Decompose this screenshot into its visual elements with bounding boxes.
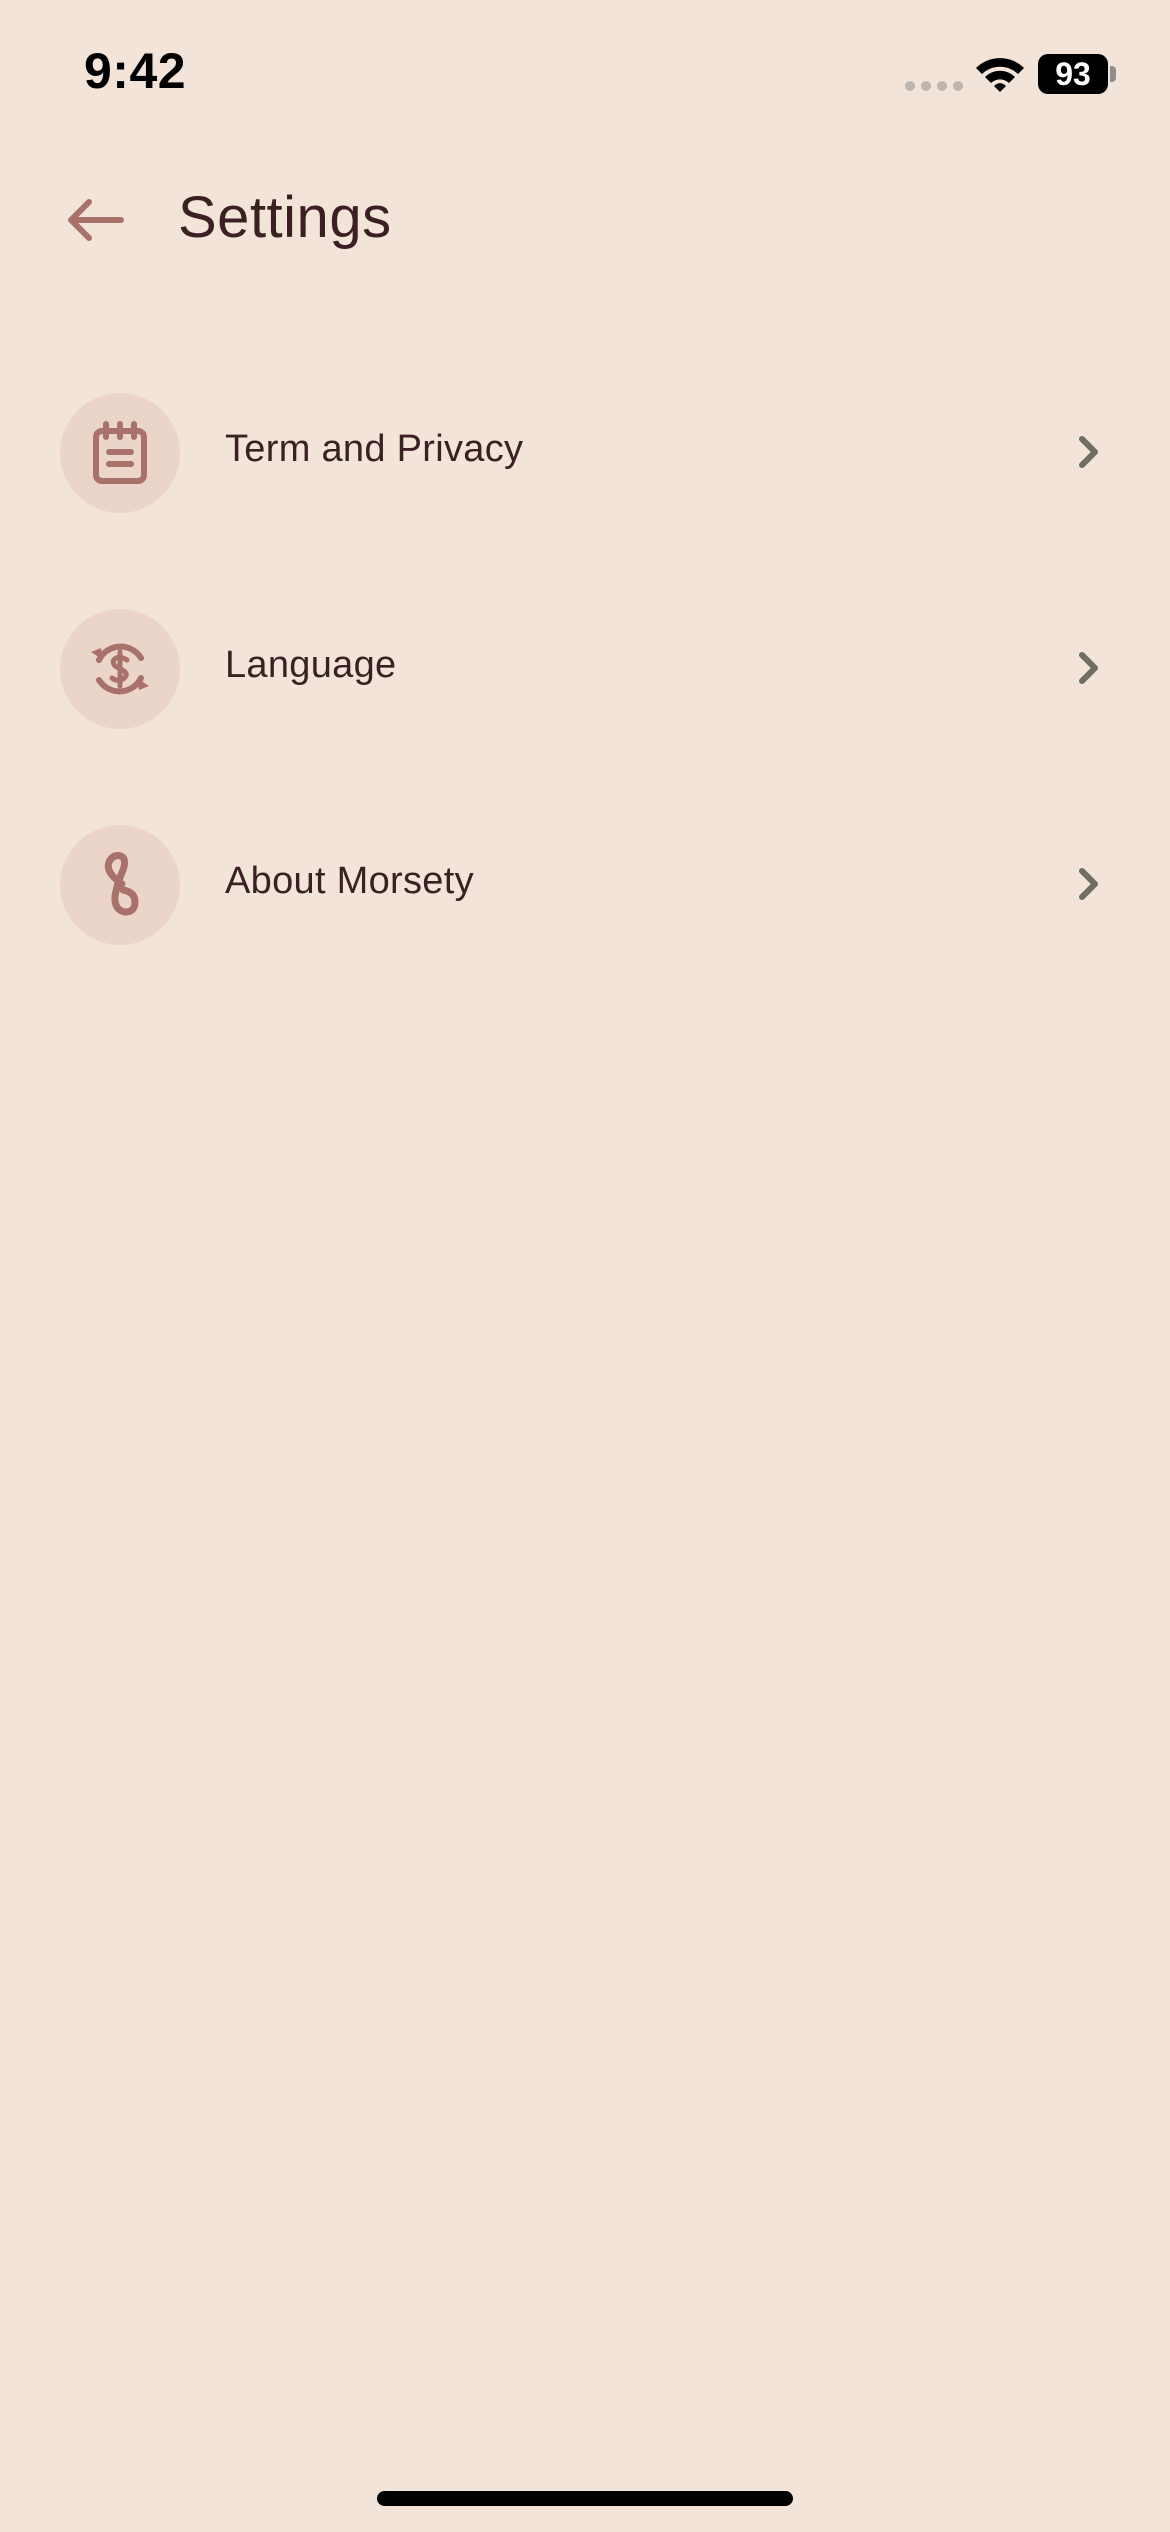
settings-item-label: Term and Privacy (225, 428, 524, 470)
item-icon-circle (60, 393, 180, 513)
settings-item-about-morsety[interactable]: About Morsety (0, 822, 1170, 945)
chevron-right-icon (1072, 864, 1106, 904)
status-time: 9:42 (84, 43, 187, 99)
chevron-right-icon (1072, 648, 1106, 688)
notepad-icon (93, 421, 147, 484)
settings-item-language[interactable]: Language (0, 606, 1170, 729)
page-title: Settings (178, 185, 392, 250)
status-bar: 9:42 93 (0, 0, 1170, 150)
chevron-right-icon (1072, 432, 1106, 472)
battery-nub (1110, 66, 1116, 82)
arrow-left-icon (68, 199, 124, 241)
item-icon-circle (60, 825, 180, 945)
cellular-signal-icon (905, 81, 963, 91)
settings-item-label: About Morsety (225, 860, 474, 902)
settings-list: Term and Privacy Language About Morsety (0, 390, 1170, 1038)
settings-item-term-and-privacy[interactable]: Term and Privacy (0, 390, 1170, 513)
settings-item-label: Language (225, 644, 397, 686)
home-indicator[interactable] (377, 2491, 793, 2506)
item-icon-circle (60, 609, 180, 729)
morsety-logo-icon (104, 852, 139, 916)
back-button[interactable] (60, 190, 130, 250)
wifi-icon (976, 58, 1024, 92)
currency-exchange-icon (91, 643, 149, 695)
header: Settings (0, 170, 1170, 270)
battery-icon: 93 (1038, 54, 1108, 94)
